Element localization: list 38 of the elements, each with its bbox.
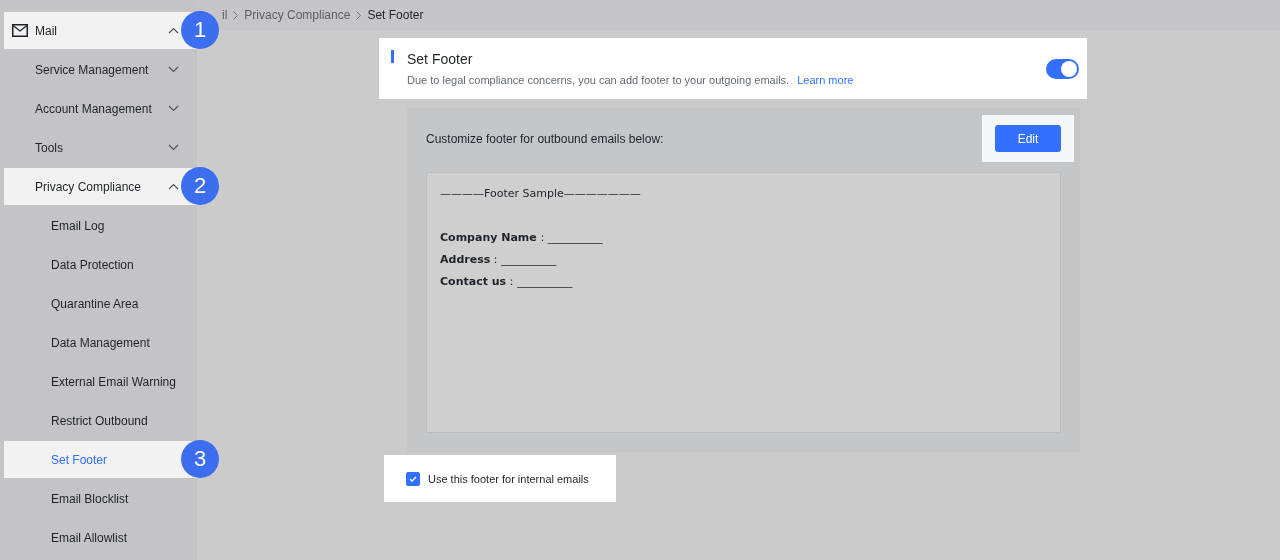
sidebar-item[interactable]: External Email Warning — [4, 363, 197, 400]
description-text: Due to legal compliance concerns, you can add footer to your outgoing emails. Learn more — [407, 74, 855, 86]
sidebar-item[interactable]: Quarantine Area — [4, 285, 197, 322]
chevron-up-icon — [168, 27, 179, 34]
toggle-switch[interactable] — [1046, 58, 1079, 79]
chevron-down-icon — [168, 66, 179, 73]
sample-line: Company Name：__________ — [440, 230, 604, 245]
chevron-up-icon — [168, 183, 179, 190]
chevron-right-icon — [233, 10, 239, 20]
breadcrumb-item[interactable]: Privacy Compliance — [244, 8, 351, 22]
mail-icon — [12, 24, 28, 37]
checkbox[interactable] — [406, 471, 420, 486]
sidebar-item[interactable]: Data Protection — [4, 246, 197, 283]
sidebar-item[interactable]: Service Management — [4, 51, 197, 88]
checkmark-icon — [409, 475, 417, 482]
sample-line: Address：__________ — [440, 252, 558, 267]
step-number-badge: 2 — [181, 167, 219, 205]
breadcrumb-item[interactable]: il — [222, 8, 228, 22]
chevron-right-icon — [356, 10, 362, 20]
sidebar-item[interactable]: Email Log — [4, 207, 197, 244]
sidebar-item[interactable]: Account Management — [4, 90, 197, 127]
edit-button[interactable]: Edit — [995, 125, 1061, 152]
prompt-text: Customize footer for outbound emails below: — [426, 131, 664, 146]
sidebar-item[interactable]: Email Allowlist — [4, 519, 197, 556]
checkbox-label: Use this footer for internal emails — [428, 472, 589, 485]
breadcrumb-item[interactable]: Set Footer — [367, 8, 424, 22]
chevron-down-icon — [168, 144, 179, 151]
page-title: Set Footer — [407, 51, 474, 67]
step-number-badge: 3 — [181, 440, 219, 478]
learn-more-link[interactable]: Learn more — [797, 74, 854, 86]
sidebar-item[interactable]: Tools — [4, 129, 197, 166]
sidebar-item[interactable]: Restrict Outbound — [4, 402, 197, 439]
chevron-down-icon — [168, 105, 179, 112]
sidebar-item[interactable]: Data Management — [4, 324, 197, 361]
sample-heading: ————Footer Sample——————— — [440, 187, 642, 200]
accent-bar — [391, 50, 394, 63]
sample-line: Contact us：__________ — [440, 274, 574, 289]
sidebar-item[interactable]: Email Blocklist — [4, 480, 197, 517]
